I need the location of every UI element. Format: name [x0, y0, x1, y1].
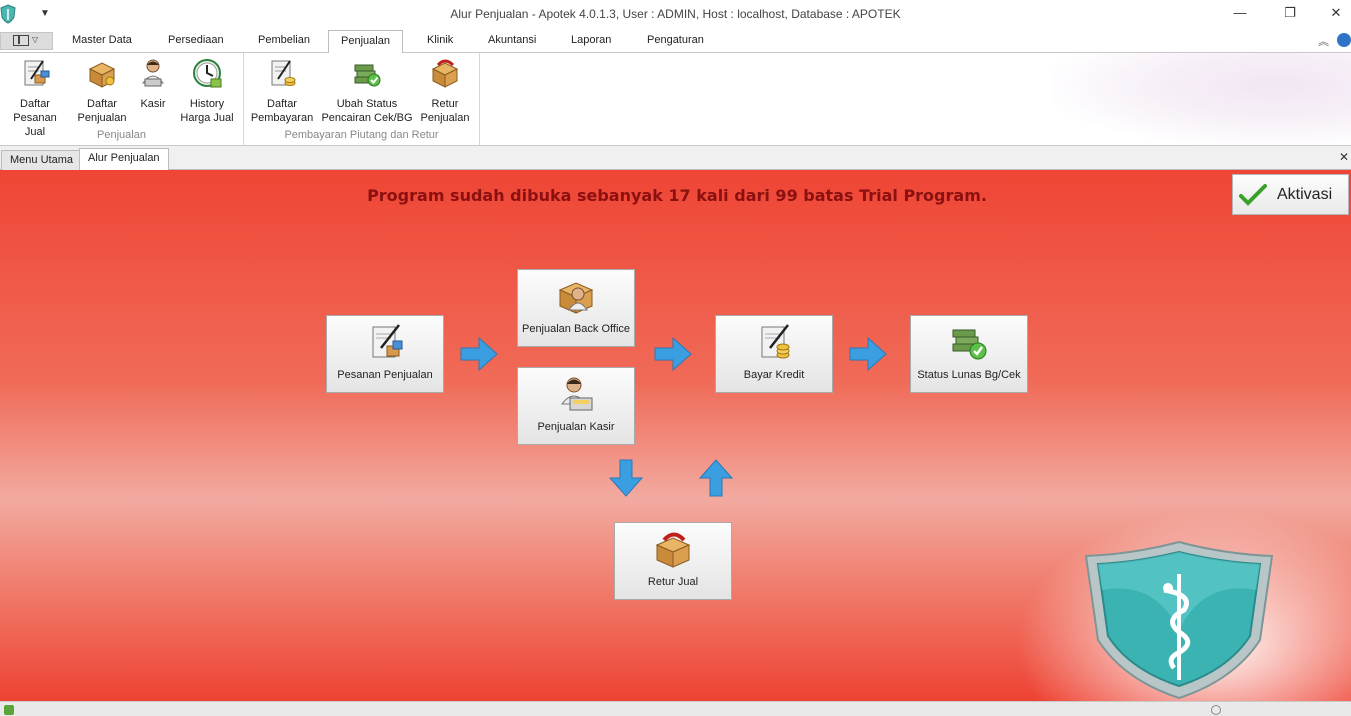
application-menu-icon	[13, 35, 29, 46]
return-box-icon	[655, 532, 691, 568]
history-harga-jual-button[interactable]: History Harga Jual	[176, 57, 238, 125]
sales-return-icon	[431, 59, 459, 88]
retur-penjualan-line2: Penjualan	[420, 112, 470, 124]
ribbon-group-penjualan: Daftar Pesanan Jual Daftar Penjualan Kas…	[0, 53, 244, 145]
ribbon-group-label: Penjualan	[97, 129, 146, 141]
penjualan-kasir-button[interactable]: Penjualan Kasir	[517, 367, 635, 445]
paid-status-icon	[952, 329, 987, 360]
ribbon-group-pembayaran: Daftar Pembayaran Ubah Status Pencairan …	[244, 53, 480, 145]
bayar-kredit-label: Bayar Kredit	[743, 369, 805, 381]
ubah-status-line2: Pencairan Cek/BG	[321, 112, 413, 124]
penjualan-back-office-label: Penjualan Back Office	[521, 323, 631, 335]
chevron-down-icon: ▽	[32, 35, 39, 44]
collapse-ribbon-icon[interactable]: ︽	[1318, 33, 1329, 49]
doc-tab-menu-utama[interactable]: Menu Utama	[1, 150, 82, 170]
status-indicator-icon	[4, 705, 14, 715]
cheque-status-icon	[354, 64, 381, 87]
history-harga-jual-line1: History	[189, 98, 225, 110]
cashier-register-icon	[560, 377, 593, 411]
status-clock-icon	[1211, 705, 1221, 715]
arrow-right-icon	[849, 336, 887, 372]
ribbon-tab-bar: ▽ Master Data Persediaan Pembelian Penju…	[0, 30, 1351, 54]
daftar-penjualan-line1: Daftar	[87, 98, 117, 110]
pesanan-penjualan-label: Pesanan Penjualan	[337, 369, 433, 381]
tab-penjualan[interactable]: Penjualan	[328, 30, 403, 54]
cashier-icon	[142, 59, 164, 87]
bayar-kredit-button[interactable]: Bayar Kredit	[715, 315, 833, 393]
checkmark-icon	[1239, 184, 1267, 206]
daftar-penjualan-button[interactable]: Daftar Penjualan	[74, 57, 130, 125]
close-tab-icon[interactable]: ✕	[1339, 150, 1349, 164]
status-lunas-button[interactable]: Status Lunas Bg/Cek	[910, 315, 1028, 393]
tab-laporan[interactable]: Laporan	[571, 34, 611, 46]
document-tab-bar: Menu Utama Alur Penjualan ✕	[0, 146, 1351, 170]
arrow-down-icon	[608, 459, 644, 497]
close-button[interactable]: ✕	[1321, 2, 1351, 24]
pesanan-penjualan-button[interactable]: Pesanan Penjualan	[326, 315, 444, 393]
ribbon-panel: Daftar Pesanan Jual Daftar Penjualan Kas…	[0, 53, 1351, 146]
ribbon-decoration	[1051, 53, 1351, 145]
tab-klinik[interactable]: Klinik	[427, 34, 453, 46]
tab-pengaturan[interactable]: Pengaturan	[647, 34, 704, 46]
retur-penjualan-line1: Retur	[431, 98, 459, 110]
restore-button[interactable]: ❐	[1275, 2, 1305, 24]
daftar-pesanan-jual-button[interactable]: Daftar Pesanan Jual	[2, 57, 68, 139]
arrow-up-icon	[698, 459, 734, 497]
trial-message: Program sudah dibuka sebanyak 17 kali da…	[367, 186, 987, 205]
daftar-pembayaran-line1: Daftar	[267, 98, 297, 110]
pharmacy-shield-logo-icon	[1084, 540, 1274, 700]
penjualan-back-office-button[interactable]: Penjualan Back Office	[517, 269, 635, 347]
back-office-icon	[558, 282, 594, 314]
daftar-pembayaran-line2: Pembayaran	[250, 112, 314, 124]
help-icon[interactable]	[1337, 33, 1351, 47]
retur-jual-button[interactable]: Retur Jual	[614, 522, 732, 600]
kasir-button[interactable]: Kasir	[134, 57, 172, 111]
arrow-right-icon	[654, 336, 692, 372]
order-document-icon	[372, 324, 403, 358]
credit-payment-icon	[761, 324, 790, 359]
aktivasi-label: Aktivasi	[1277, 186, 1333, 203]
sales-box-icon	[88, 62, 116, 88]
retur-jual-label: Retur Jual	[647, 576, 699, 588]
doc-tab-alur-penjualan[interactable]: Alur Penjualan	[79, 148, 169, 170]
price-history-icon	[193, 59, 222, 88]
tab-pembelian[interactable]: Pembelian	[258, 34, 310, 46]
status-lunas-label: Status Lunas Bg/Cek	[917, 369, 1021, 381]
daftar-pesanan-jual-line1: Daftar	[20, 98, 50, 110]
payment-list-icon	[271, 60, 296, 86]
penjualan-kasir-label: Penjualan Kasir	[537, 421, 615, 433]
sales-flow-panel: Program sudah dibuka sebanyak 17 kali da…	[0, 170, 1351, 701]
retur-penjualan-button[interactable]: Retur Penjualan	[416, 57, 474, 125]
window-title: Alur Penjualan - Apotek 4.0.1.3, User : …	[450, 7, 901, 21]
tab-akuntansi[interactable]: Akuntansi	[488, 34, 536, 46]
status-bar	[0, 701, 1351, 716]
daftar-penjualan-line2: Penjualan	[77, 112, 127, 124]
kasir-label: Kasir	[140, 98, 166, 110]
application-menu-button[interactable]: ▽	[0, 32, 53, 50]
tab-master-data[interactable]: Master Data	[72, 34, 132, 46]
title-bar: ▼ Alur Penjualan - Apotek 4.0.1.3, User …	[0, 0, 1351, 30]
daftar-pembayaran-button[interactable]: Daftar Pembayaran	[248, 57, 316, 125]
ubah-status-line1: Ubah Status	[336, 98, 398, 110]
arrow-right-icon	[460, 336, 498, 372]
tab-persediaan[interactable]: Persediaan	[168, 34, 224, 46]
ubah-status-pencairan-button[interactable]: Ubah Status Pencairan Cek/BG	[320, 57, 414, 125]
history-harga-jual-line2: Harga Jual	[180, 112, 234, 124]
order-list-icon	[24, 60, 50, 86]
ribbon-group-label: Pembayaran Piutang dan Retur	[284, 129, 439, 141]
minimize-button[interactable]: —	[1225, 2, 1255, 24]
aktivasi-button[interactable]: Aktivasi	[1232, 174, 1349, 215]
